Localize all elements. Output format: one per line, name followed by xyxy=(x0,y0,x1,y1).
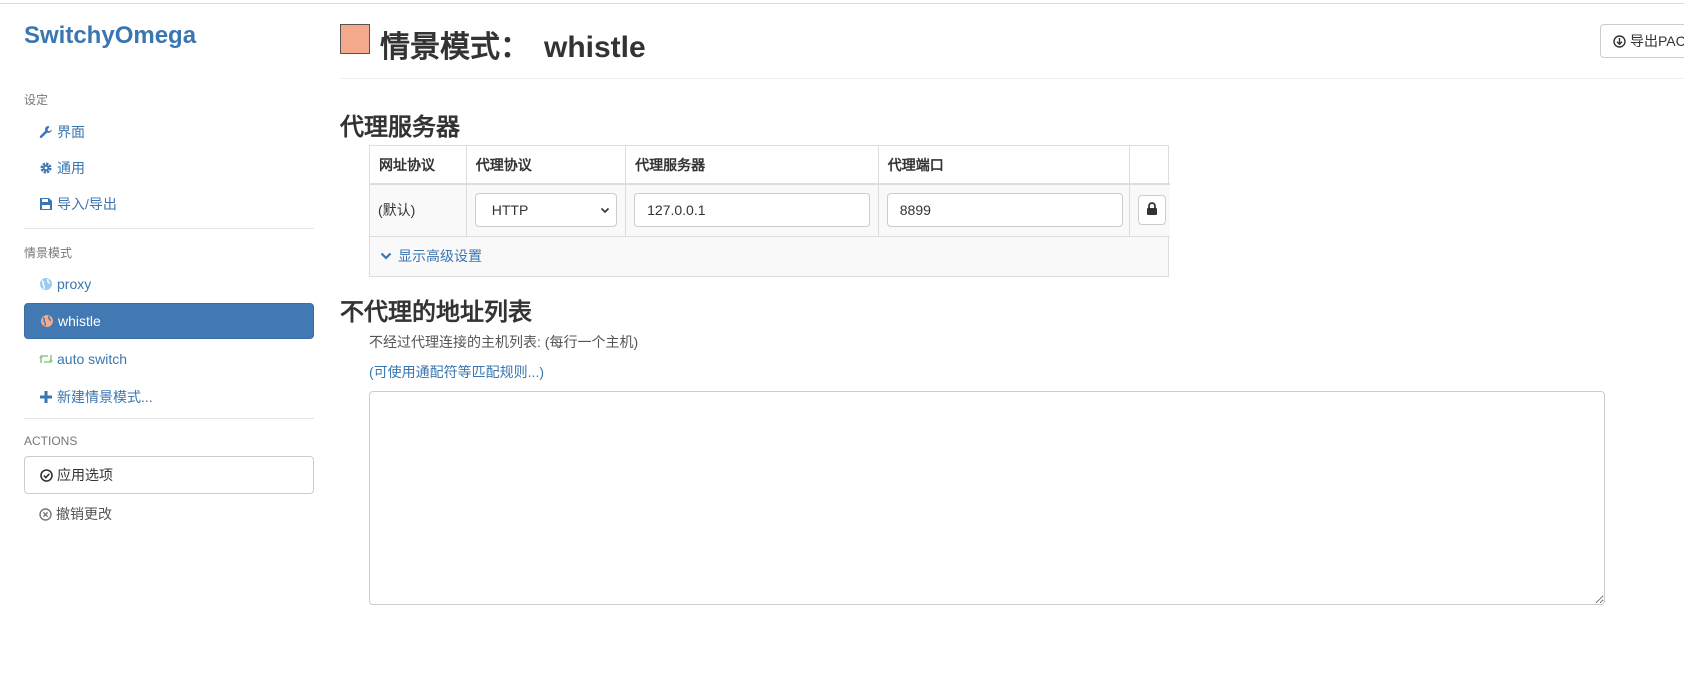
table-header-row: 网址协议 代理协议 代理服务器 代理端口 xyxy=(370,146,1170,185)
chevron-down-icon xyxy=(600,202,610,218)
sidebar-item-profile-proxy[interactable]: proxy xyxy=(24,266,314,302)
actions-header: ACTIONS xyxy=(24,434,78,448)
auth-cell xyxy=(1129,184,1170,237)
gear-icon xyxy=(38,160,54,176)
download-icon xyxy=(1613,34,1626,48)
page-header: 情景模式： whistle 导出PAC xyxy=(340,0,1684,79)
sidebar-item-label: auto switch xyxy=(57,351,128,367)
bypass-section-title: 不代理的地址列表 xyxy=(340,299,532,326)
new-profile-label: 新建情景模式... xyxy=(57,389,153,405)
sidebar-item-profile-auto-switch[interactable]: auto switch xyxy=(24,341,314,377)
proxy-protocol-value: HTTP xyxy=(491,202,529,219)
globe-icon xyxy=(38,276,54,292)
sidebar-item-label: 导入/导出 xyxy=(57,196,117,212)
new-profile-button[interactable]: 新建情景模式... xyxy=(24,379,314,415)
bypass-list-textarea[interactable] xyxy=(369,391,1605,605)
settings-header: 设定 xyxy=(24,93,49,107)
profile-name[interactable]: whistle xyxy=(544,31,646,64)
sidebar-item-label: proxy xyxy=(57,276,92,292)
profiles-header: 情景模式 xyxy=(24,246,73,260)
bypass-help-text: 不经过代理连接的主机列表: (每行一个主机) xyxy=(369,334,639,350)
sidebar-item-profile-whistle[interactable]: whistle xyxy=(24,303,314,339)
brand-title[interactable]: SwitchyOmega xyxy=(24,22,196,50)
protocol-cell: HTTP xyxy=(466,184,627,237)
sidebar-divider xyxy=(24,228,314,229)
column-header-port: 代理端口 xyxy=(878,146,1131,185)
globe-icon xyxy=(39,313,55,329)
chevron-down-icon xyxy=(380,251,392,261)
proxy-protocol-select[interactable]: HTTP xyxy=(474,193,617,228)
wildcard-rules-link[interactable]: (可使用通配符等匹配规则...) xyxy=(369,362,544,382)
discard-changes-label: 撤销更改 xyxy=(56,506,112,522)
apply-options-label: 应用选项 xyxy=(57,467,113,483)
proxy-server-input[interactable]: 127.0.0.1 xyxy=(634,193,871,228)
sidebar-item-interface[interactable]: 界面 xyxy=(24,114,314,150)
proxy-port-input[interactable]: 8899 xyxy=(886,193,1123,228)
server-cell: 127.0.0.1 xyxy=(625,184,879,237)
apply-options-button[interactable]: 应用选项 xyxy=(24,456,314,494)
proxy-auth-button[interactable] xyxy=(1138,195,1167,226)
proxy-section-title: 代理服务器 xyxy=(340,114,460,141)
show-advanced-label: 显示高级设置 xyxy=(398,248,482,264)
page-title: 情景模式： whistle xyxy=(380,22,646,66)
proxy-table: 网址协议 代理协议 代理服务器 代理端口 (默认) HTTP 127.0.0.1… xyxy=(369,145,1170,277)
export-pac-button[interactable]: 导出PAC xyxy=(1600,24,1684,58)
lock-icon xyxy=(1146,202,1158,218)
close-circle-icon xyxy=(39,507,52,521)
column-header-actions xyxy=(1129,146,1170,185)
sidebar-item-label: whistle xyxy=(58,313,101,329)
column-header-protocol: 代理协议 xyxy=(466,146,627,185)
sidebar: SwitchyOmega 设定 界面 通用 导入/导出 情景模式 proxy w… xyxy=(0,0,330,682)
column-header-scheme: 网址协议 xyxy=(370,146,467,185)
sidebar-item-import-export[interactable]: 导入/导出 xyxy=(24,186,314,222)
export-pac-label: 导出PAC xyxy=(1630,33,1684,49)
wrench-icon xyxy=(38,124,54,140)
discard-changes-button[interactable]: 撤销更改 xyxy=(24,496,314,532)
sidebar-item-general[interactable]: 通用 xyxy=(24,150,314,186)
port-cell: 8899 xyxy=(878,184,1131,237)
show-advanced-toggle[interactable]: 显示高级设置 xyxy=(370,236,1168,276)
sidebar-divider xyxy=(24,418,314,419)
scheme-cell: (默认) xyxy=(370,184,467,237)
check-circle-icon xyxy=(40,468,53,482)
floppy-disk-icon xyxy=(38,196,54,212)
retweet-icon xyxy=(38,351,54,367)
profile-color-picker[interactable] xyxy=(340,24,370,54)
column-header-server: 代理服务器 xyxy=(625,146,879,185)
page-title-prefix: 情景模式： xyxy=(380,31,530,64)
table-row: (默认) HTTP 127.0.0.1 8899 xyxy=(370,184,1170,237)
plus-icon xyxy=(38,389,54,405)
sidebar-item-label: 通用 xyxy=(57,160,85,176)
sidebar-item-label: 界面 xyxy=(57,124,85,140)
